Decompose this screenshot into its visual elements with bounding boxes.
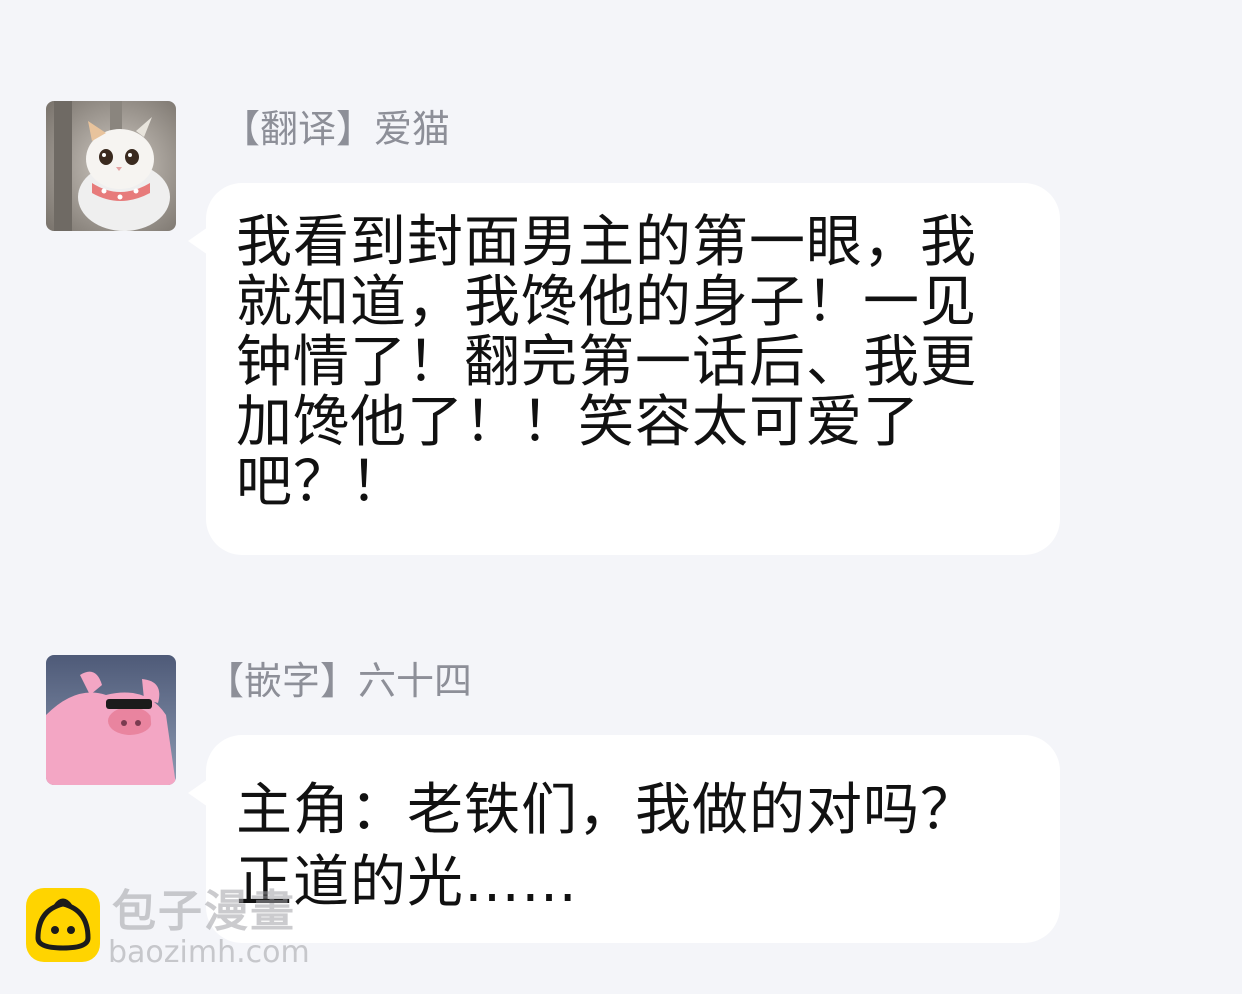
cat-avatar-icon [46,101,176,231]
message-bubble[interactable]: 主角：老铁们，我做的对吗？ 正道的光…… [188,735,1060,943]
pink-pig-avatar-icon [46,655,176,785]
bun-logo-icon [26,888,100,962]
message-text: 主角：老铁们，我做的对吗？ 正道的光…… [236,778,977,915]
avatar[interactable] [46,655,176,785]
sender-name: 【翻译】爱猫 [222,107,451,151]
message-text: 我看到封面男主的第一眼，我 就知道，我馋他的身子！一见 钟情了！翻完第一话后、我… [236,210,977,515]
watermark-url: baozimh.com [108,935,310,970]
message-bubble[interactable]: 我看到封面男主的第一眼，我 就知道，我馋他的身子！一见 钟情了！翻完第一话后、我… [188,183,1060,555]
avatar[interactable] [46,101,176,231]
watermark: 包子漫畫 baozimh.com [26,888,326,972]
watermark-title: 包子漫畫 [112,886,296,937]
sender-name: 【嵌字】六十四 [206,659,473,703]
